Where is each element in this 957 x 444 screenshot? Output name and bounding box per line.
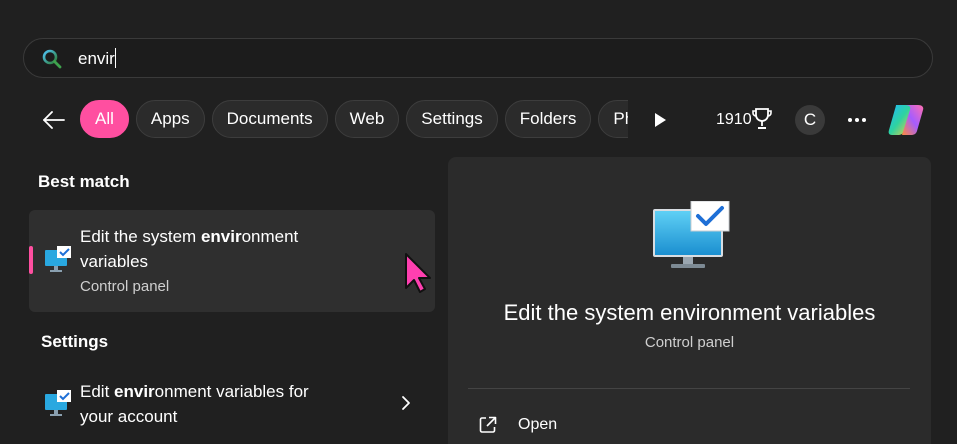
- settings-result-title-line2: your account: [80, 407, 178, 426]
- back-arrow-icon: [43, 111, 65, 129]
- scroll-filters-button[interactable]: [646, 106, 674, 134]
- copilot-icon[interactable]: [886, 101, 926, 139]
- settings-heading: Settings: [41, 332, 109, 351]
- best-match-subtitle: Control panel: [80, 278, 170, 295]
- best-match-result[interactable]: Edit the system environment variables Co…: [29, 210, 435, 312]
- settings-result-expand[interactable]: [399, 393, 413, 413]
- filter-chip-settings[interactable]: Settings: [406, 100, 498, 138]
- play-icon: [655, 113, 666, 127]
- mouse-cursor-icon: [405, 253, 431, 293]
- avatar[interactable]: C: [795, 105, 825, 135]
- filter-chip-all[interactable]: All: [80, 100, 129, 138]
- open-external-icon: [479, 416, 497, 433]
- control-panel-large-icon: [653, 201, 730, 268]
- text-caret: [114, 48, 116, 68]
- selection-indicator: [29, 246, 33, 274]
- filter-chips: AllAppsDocumentsWebSettingsFoldersPh: [80, 100, 628, 140]
- preview-title: Edit the system environment variables: [503, 300, 876, 325]
- search-input[interactable]: envir: [78, 45, 898, 73]
- search-icon: [42, 49, 62, 69]
- filter-chip-folders[interactable]: Folders: [504, 100, 592, 138]
- search-query: envir: [78, 49, 115, 68]
- back-button[interactable]: [38, 104, 70, 136]
- result-preview-panel: Edit the system environment variables Co…: [448, 157, 931, 444]
- best-match-title-line2: variables: [80, 252, 149, 271]
- more-options-button[interactable]: [843, 106, 871, 134]
- filter-chip-documents[interactable]: Documents: [211, 100, 328, 138]
- filter-chip-photos[interactable]: Ph: [598, 100, 628, 138]
- chevron-right-icon: [402, 396, 410, 410]
- best-match-heading: Best match: [38, 172, 130, 191]
- control-panel-icon: [45, 390, 71, 416]
- best-match-title-line1: Edit the system environment: [80, 227, 299, 246]
- control-panel-icon: [45, 246, 71, 272]
- filter-chip-apps[interactable]: Apps: [135, 100, 205, 138]
- preview-subtitle: Control panel: [644, 334, 735, 351]
- filter-chip-web[interactable]: Web: [334, 100, 400, 138]
- search-bar[interactable]: envir: [23, 38, 933, 78]
- trophy-icon[interactable]: [751, 106, 773, 132]
- open-action[interactable]: Open: [478, 413, 557, 437]
- preview-divider: [468, 388, 910, 389]
- settings-result[interactable]: Edit environment variables for your acco…: [29, 370, 435, 440]
- rewards-points[interactable]: 1910: [716, 109, 752, 131]
- settings-result-title-line1: Edit environment variables for: [80, 382, 309, 401]
- more-icon: [848, 118, 866, 122]
- open-label: Open: [518, 416, 558, 433]
